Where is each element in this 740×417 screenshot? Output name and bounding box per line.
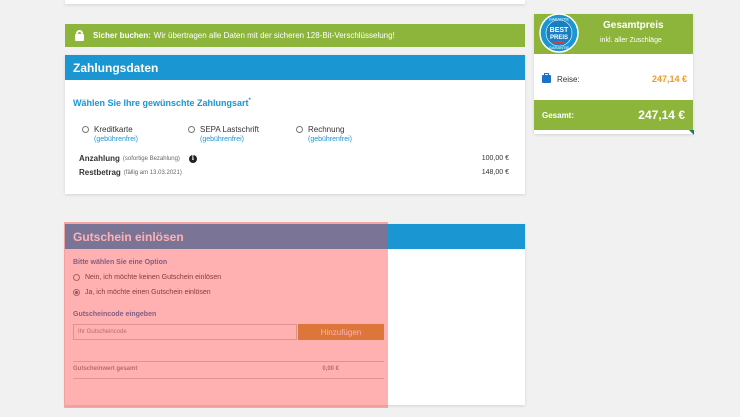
payment-option-fee: (gebührenfrei) [308,136,352,143]
price-summary-card: GARANTIE BEST PREIS GARANTIE Gesamtpreis… [534,13,694,135]
anzahlung-row: Anzahlung (sofortige Bezahlung) i 100,00… [79,154,509,163]
restbetrag-note: (fällig am 13.03.2021) [123,169,182,176]
payment-question: Wählen Sie Ihre gewünschte Zahlungsart* [73,98,251,108]
payment-header: Zahlungsdaten [65,55,525,80]
payment-option-kreditkarte[interactable]: Kreditkarte (gebührenfrei) [82,125,138,143]
price-header: GARANTIE BEST PREIS GARANTIE Gesamtpreis… [534,13,693,54]
payment-card: Zahlungsdaten Wählen Sie Ihre gewünschte… [65,55,525,194]
suitcase-icon [542,73,551,83]
radio-kreditkarte[interactable] [82,126,89,133]
restbetrag-label: Restbetrag [79,168,121,177]
previous-section-card [65,0,525,4]
badge-best-text: BEST [550,27,569,34]
secure-booking-banner: Sicher buchen: Wir übertragen alle Daten… [65,24,525,47]
reise-row: Reise: 247,14 € [542,73,687,84]
payment-question-text: Wählen Sie Ihre gewünschte Zahlungsart [73,98,249,108]
reise-label: Reise: [557,74,580,84]
required-mark: * [248,98,251,104]
badge-preis-text: PREIS [550,35,568,41]
payment-option-rechnung[interactable]: Rechnung (gebührenfrei) [296,125,352,143]
reise-value: 247,14 € [651,74,687,84]
total-value: 247,14 € [638,108,685,122]
ribbon-corner [689,130,694,135]
anzahlung-note: (sofortige Bezahlung) [122,155,180,162]
payment-option-sepa[interactable]: SEPA Lastschrift (gebührenfrei) [188,125,259,143]
secure-booking-bold: Sicher buchen: [93,31,151,40]
info-icon[interactable]: i [188,154,197,163]
payment-option-label: Kreditkarte [94,125,133,134]
restbetrag-row: Restbetrag (fällig am 13.03.2021) 148,00… [79,168,509,177]
payment-option-fee: (gebührenfrei) [94,136,138,143]
lock-icon [75,30,84,41]
restbetrag-value: 148,00 € [481,169,509,176]
total-price-bar: Gesamt: 247,14 € [534,100,693,130]
badge-bottom-text: GARANTIE [549,45,570,50]
anzahlung-value: 100,00 € [481,155,509,162]
payment-option-fee: (gebührenfrei) [200,136,244,143]
price-subtitle: inkl. aller Zuschläge [600,37,662,44]
best-price-badge-icon: GARANTIE BEST PREIS GARANTIE [539,13,579,53]
radio-rechnung[interactable] [296,126,303,133]
anzahlung-label: Anzahlung [79,154,120,163]
radio-sepa[interactable] [188,126,195,133]
payment-option-label: SEPA Lastschrift [200,125,259,134]
secure-booking-text: Wir übertragen alle Daten mit der sicher… [153,31,395,40]
price-title: Gesamtpreis [603,20,664,31]
payment-option-label: Rechnung [308,125,345,134]
total-label: Gesamt: [542,110,575,120]
highlight-overlay [64,222,388,408]
badge-top-text: GARANTIE [549,17,570,22]
